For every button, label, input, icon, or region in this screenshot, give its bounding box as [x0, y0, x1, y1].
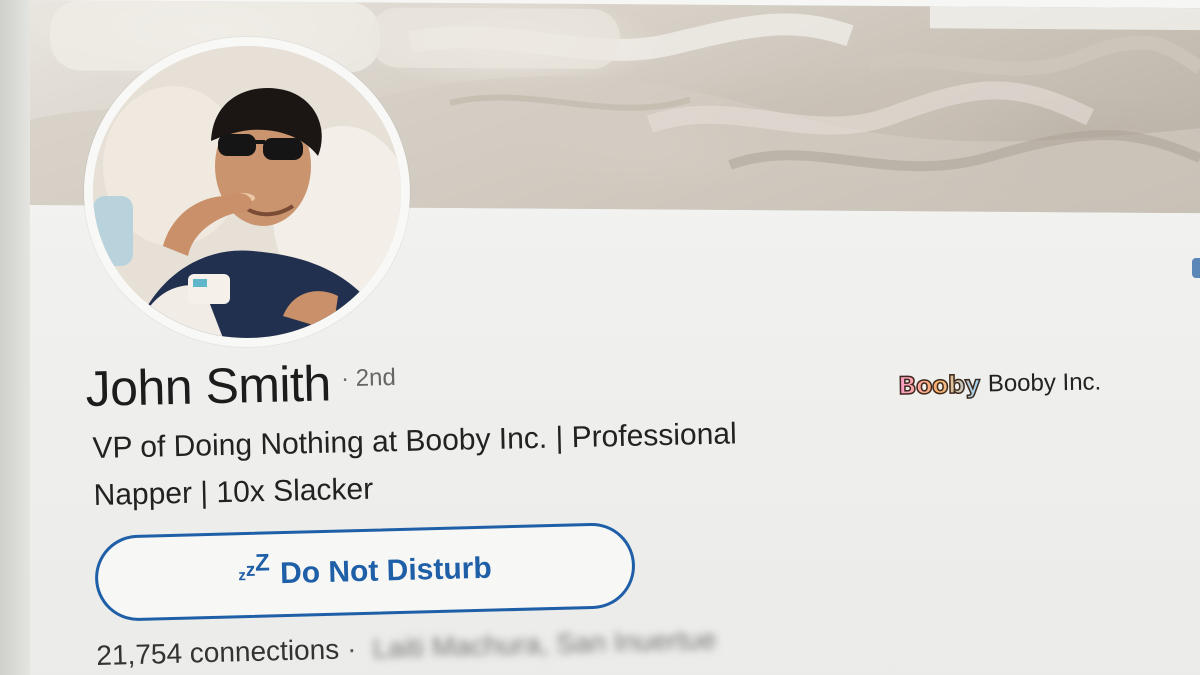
avatar-person-illustration	[93, 46, 401, 338]
company-name: Booby Inc.	[987, 368, 1102, 398]
name-row: John Smith · 2nd	[85, 353, 397, 418]
profile-avatar[interactable]	[84, 37, 410, 347]
profile-headline: VP of Doing Nothing at Booby Inc. | Prof…	[92, 417, 738, 512]
company-logo: Booby	[897, 370, 981, 401]
do-not-disturb-button[interactable]: zzZ Do Not Disturb	[94, 521, 637, 622]
do-not-disturb-label: Do Not Disturb	[279, 551, 493, 591]
zzz-sleep-icon: zzZ	[238, 549, 271, 585]
edge-action-indicator	[1192, 258, 1200, 278]
profile-name: John Smith	[85, 355, 332, 417]
connections-count[interactable]: 21,754 connections	[96, 634, 340, 671]
connection-degree: · 2nd	[340, 363, 397, 393]
avatar-photo	[93, 46, 401, 338]
current-company[interactable]: Booby Booby Inc.	[897, 368, 1102, 401]
screen: John Smith · 2nd VP of Doing Nothing at …	[0, 0, 1200, 675]
meta-separator: ·	[346, 633, 357, 665]
